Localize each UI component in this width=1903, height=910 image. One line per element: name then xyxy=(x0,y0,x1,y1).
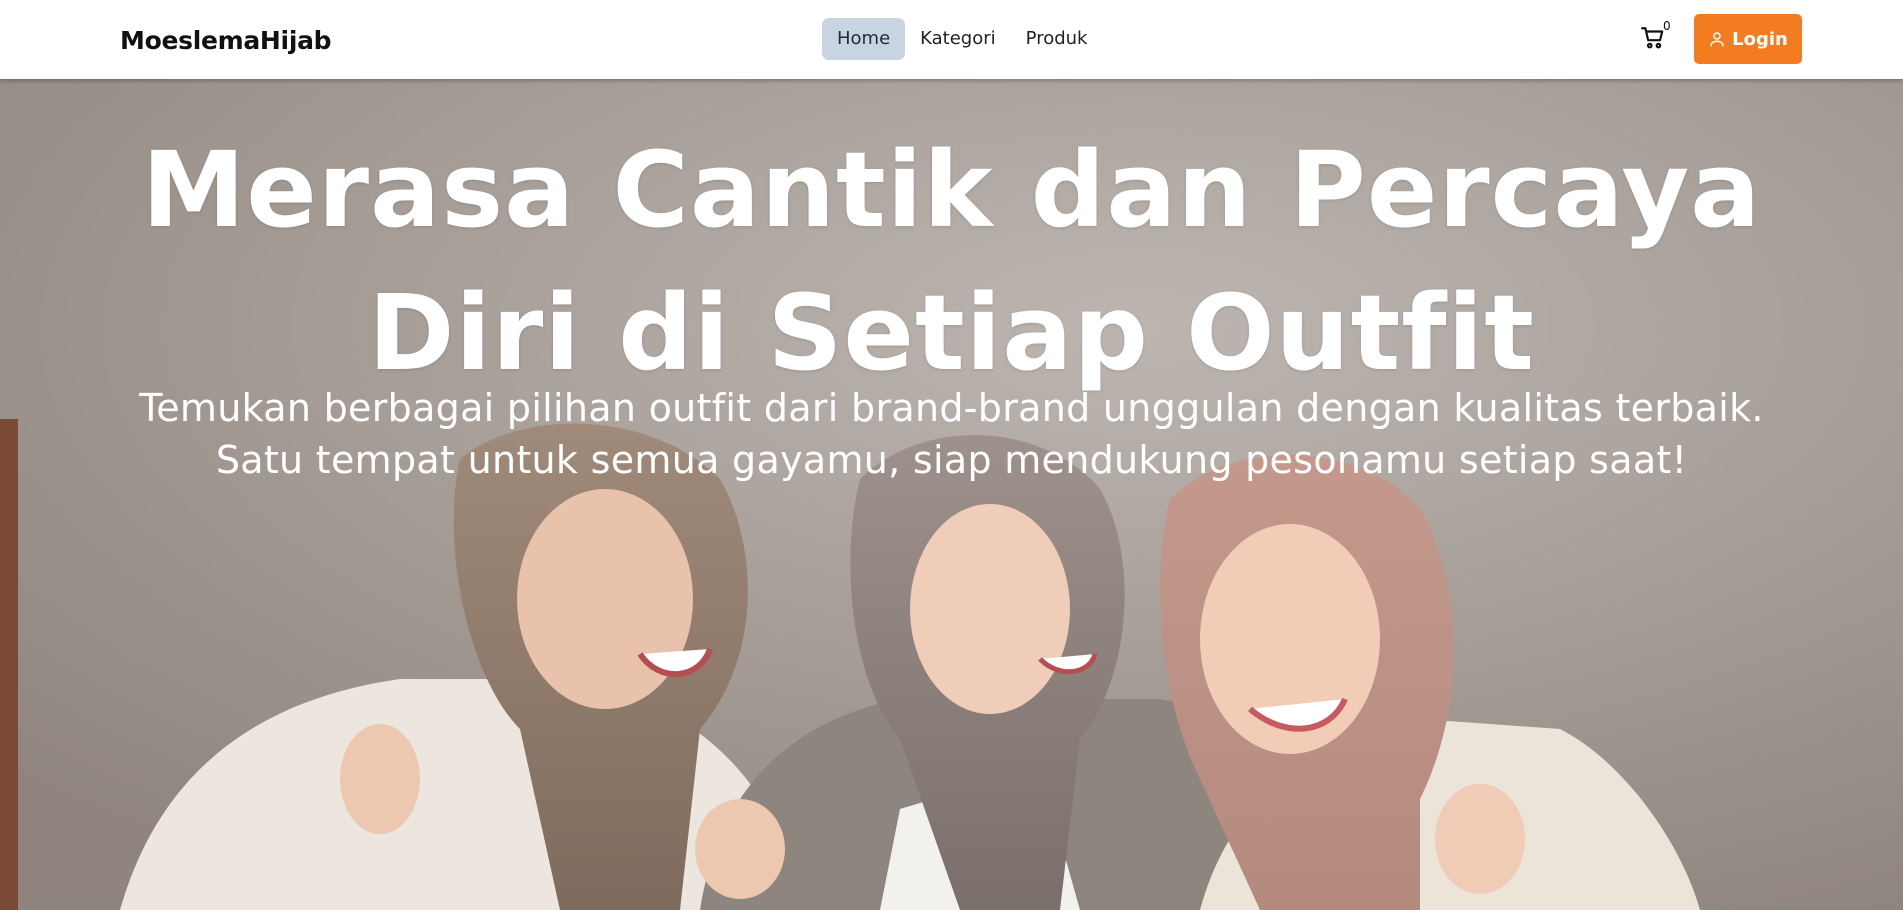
login-label: Login xyxy=(1732,28,1788,50)
brand-logo[interactable]: MoeslemaHijab xyxy=(120,26,332,55)
hero-subtitle-line-1: Temukan berbagai pilihan outfit dari bra… xyxy=(139,386,1764,430)
hero-subtitle: Temukan berbagai pilihan outfit dari bra… xyxy=(0,382,1903,486)
hero-section: Merasa Cantik dan Percaya Diri di Setiap… xyxy=(0,79,1903,910)
login-button[interactable]: Login xyxy=(1694,14,1802,64)
hero-subtitle-line-2: Satu tempat untuk semua gayamu, siap men… xyxy=(215,438,1688,482)
nav-link-kategori[interactable]: Kategori xyxy=(905,18,1011,60)
nav-link-home[interactable]: Home xyxy=(822,18,906,60)
hero-title-line-1: Merasa Cantik dan Percaya xyxy=(141,129,1762,251)
navbar: MoeslemaHijab Home Kategori Produk 0 Log… xyxy=(0,0,1903,79)
hero-title-line-2: Diri di Setiap Outfit xyxy=(368,272,1535,394)
user-icon xyxy=(1710,32,1724,47)
cart-count-badge: 0 xyxy=(1663,19,1671,33)
main-nav: Home Kategori Produk xyxy=(822,18,1102,60)
nav-link-produk[interactable]: Produk xyxy=(1011,18,1103,60)
hero-title: Merasa Cantik dan Percaya Diri di Setiap… xyxy=(0,119,1903,405)
